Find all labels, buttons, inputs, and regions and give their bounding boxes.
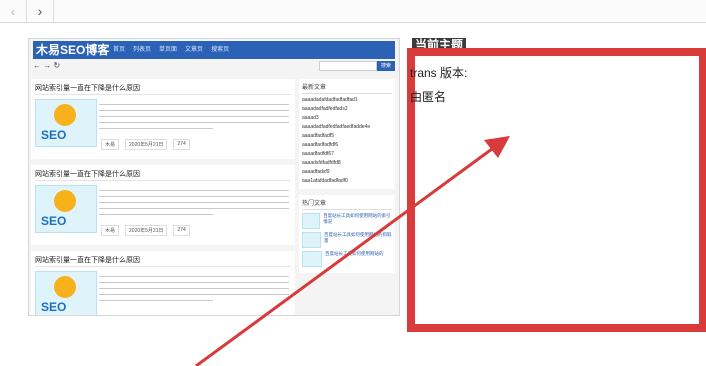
- chevron-right-icon: ›: [37, 3, 43, 19]
- preview-nav-icons: ← → ↻: [33, 61, 61, 70]
- sun-icon: [54, 276, 76, 298]
- preview-search-input: [319, 61, 377, 71]
- post-thumbnail: SEO: [35, 99, 97, 147]
- post-list: 网站索引量一直在下降是什么原因 SEO 木易 2020年5月21日 274 网站…: [31, 79, 295, 315]
- post-title: 网站索引量一直在下降是什么原因: [35, 257, 140, 264]
- hot-item: 百度站长工具如何使用网站的索引情况: [302, 213, 392, 229]
- meta-author: 木易: [101, 139, 120, 150]
- widget-item: aaaadfadsf9: [302, 169, 330, 175]
- widget-item: aaaadadafdadfadfadfad1: [302, 97, 358, 103]
- meta-views: 274: [173, 139, 190, 150]
- meta-views: 274: [173, 225, 190, 236]
- hot-item-title: 百度站长工具如何使用网站的索引情况: [323, 213, 391, 224]
- widget-item: aaaadsfdfadfdfd8: [302, 160, 341, 166]
- divider: [35, 94, 291, 95]
- hot-posts-widget: 热门文章 百度站长工具如何使用网站的索引情况 百度站长工具如何使用网站的抓取量 …: [299, 195, 395, 273]
- meta-date: 2020年5月21日: [125, 225, 168, 236]
- post-thumbnail: SEO: [35, 271, 97, 315]
- thumb-text: SEO: [41, 128, 67, 142]
- post-title: 网站索引量一直在下降是什么原因: [35, 171, 140, 178]
- menu-item: 列表页: [133, 47, 152, 53]
- post-excerpt: [99, 271, 289, 301]
- theme-author-text: 由匿名: [410, 90, 447, 104]
- site-logo: 木易SEO博客: [36, 43, 110, 57]
- hot-item: 百度站长工具如何使用网站的: [302, 251, 392, 267]
- hot-thumbnail: [302, 213, 321, 229]
- hot-thumbnail: [302, 232, 321, 248]
- widget-title: 最新文章: [302, 82, 392, 94]
- menu-item: 首页: [113, 47, 126, 53]
- browser-toolbar: ‹ ›: [0, 0, 706, 23]
- post-excerpt: [99, 185, 289, 215]
- meta-author: 木易: [101, 225, 120, 236]
- latest-posts-widget: 最新文章 aaaadadafdadfadfadfad1 aaaadadfadfe…: [299, 79, 395, 189]
- sun-icon: [54, 190, 76, 212]
- menu-item: 搜索页: [211, 47, 230, 53]
- hot-item-title: 百度站长工具如何使用网站的抓取量: [324, 232, 392, 243]
- widget-item: aaa1afafdadfadfadf0: [302, 178, 348, 184]
- hot-item: 百度站长工具如何使用网站的抓取量: [302, 232, 392, 248]
- post-excerpt: [99, 99, 289, 129]
- divider: [35, 180, 291, 181]
- site-header: 木易SEO博客 首页 列表页 单页面 文章页 搜索页: [33, 41, 395, 59]
- hot-thumbnail: [302, 251, 322, 267]
- hot-item-title: 百度站长工具如何使用网站的: [325, 251, 384, 256]
- sun-icon: [54, 104, 76, 126]
- widget-item: aaaadfadfadf5: [302, 133, 334, 139]
- widget-title: 热门文章: [302, 198, 392, 210]
- preview-sidebar: 最新文章 aaaadadafdadfadfadfad1 aaaadadfadfe…: [299, 79, 395, 279]
- forward-button[interactable]: ›: [27, 0, 54, 22]
- chevron-left-icon: ‹: [10, 3, 16, 19]
- thumb-text: SEO: [41, 300, 67, 314]
- preview-search-button: 搜索: [377, 61, 395, 71]
- highlight-box: [407, 48, 706, 332]
- post-card: 网站索引量一直在下降是什么原因 SEO: [31, 251, 295, 315]
- post-meta: 木易 2020年5月21日 274: [101, 225, 190, 236]
- post-card: 网站索引量一直在下降是什么原因 SEO 木易 2020年5月21日 274: [31, 79, 295, 159]
- site-menu: 首页 列表页 单页面 文章页 搜索页: [113, 45, 229, 55]
- post-thumbnail: SEO: [35, 185, 97, 233]
- post-title: 网站索引量一直在下降是什么原因: [35, 85, 140, 92]
- thumb-text: SEO: [41, 214, 67, 228]
- widget-item: aaaadfadfdf67: [302, 151, 334, 157]
- widget-item: aaaad3: [302, 115, 319, 121]
- menu-item: 文章页: [185, 47, 204, 53]
- theme-version-text: trans 版本:: [410, 66, 468, 80]
- menu-item: 单页面: [159, 47, 178, 53]
- widget-item: aaaadfadfadfdf6: [302, 142, 339, 148]
- back-button[interactable]: ‹: [0, 0, 27, 22]
- theme-preview-screenshot[interactable]: 木易SEO博客 首页 列表页 单页面 文章页 搜索页 ← → ↻ 搜索 网站索引…: [28, 38, 400, 316]
- post-meta: 木易 2020年5月21日 274: [101, 139, 190, 150]
- meta-date: 2020年5月21日: [125, 139, 168, 150]
- post-card: 网站索引量一直在下降是什么原因 SEO 木易 2020年5月21日 274: [31, 165, 295, 245]
- divider: [35, 266, 291, 267]
- widget-item: aaaadadfadfedfads2: [302, 106, 348, 112]
- widget-item: aaaadadfadfedfadfaedfadde4e: [302, 124, 371, 130]
